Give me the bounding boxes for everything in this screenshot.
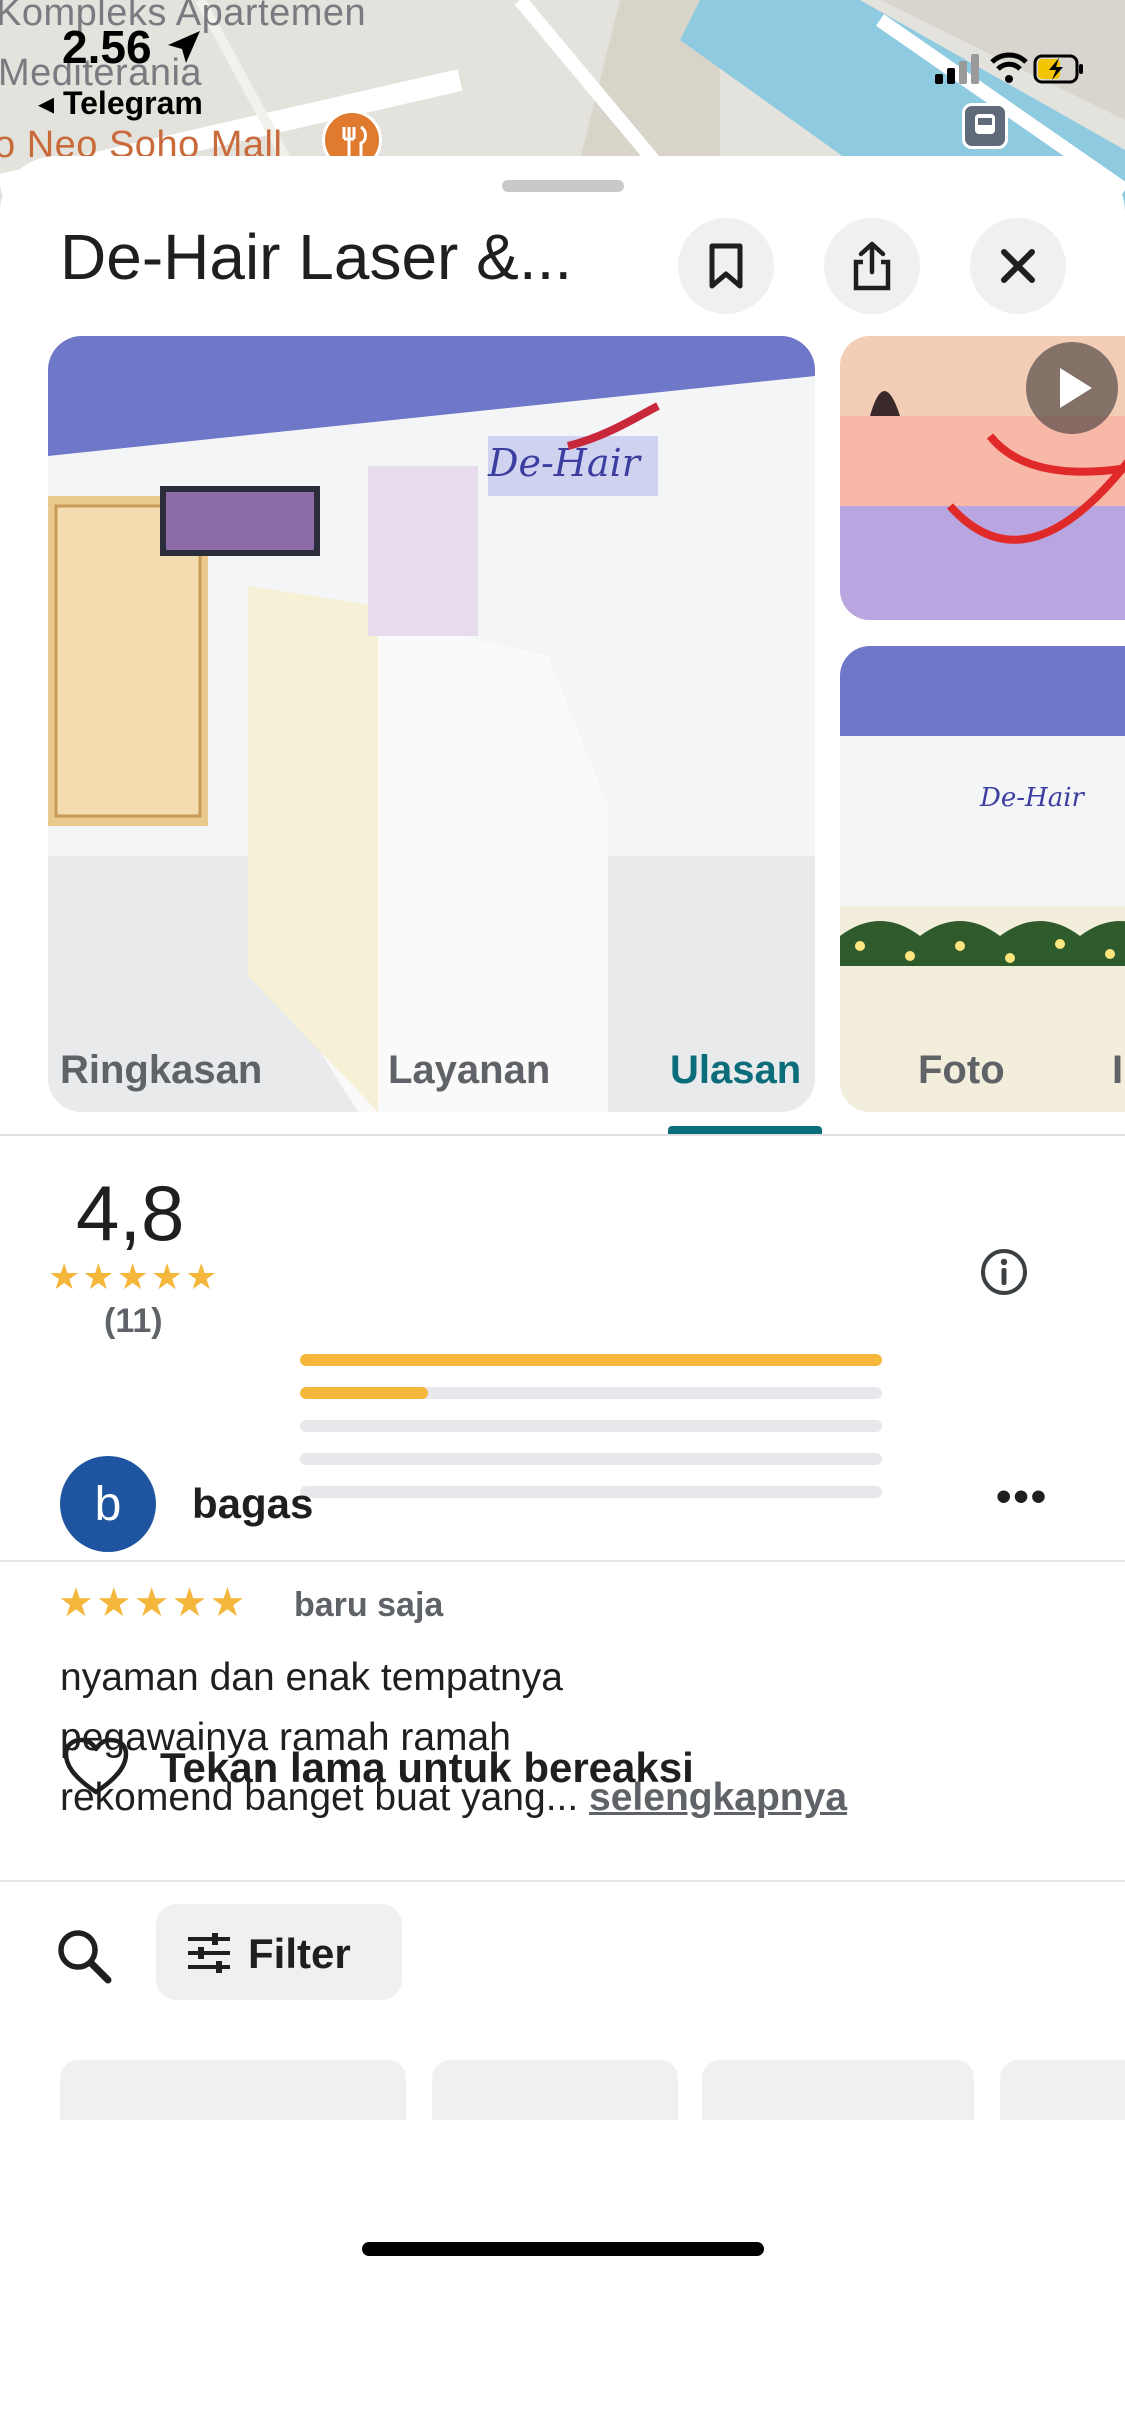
rating-bar-1 [300,1486,882,1498]
share-icon [853,241,891,291]
rating-count: (11) [104,1302,163,1340]
topic-chip[interactable] [702,2060,974,2120]
section-divider [0,1880,1125,1882]
signal-wifi-battery-icon [935,52,1083,84]
tab-ulasan[interactable]: Ulasan [670,1048,801,1093]
home-indicator[interactable] [362,2242,764,2256]
section-divider [0,1560,1125,1562]
review-more-options-button[interactable]: ••• [996,1472,1048,1522]
review-stars: ★★★★★ [58,1581,248,1625]
svg-text:De-Hair: De-Hair [979,783,1086,813]
react-hint[interactable]: Tekan lama untuk bereaksi [160,1744,694,1792]
rating-stars: ★★★★★ [48,1256,220,1297]
photo-video-skin[interactable] [840,336,1125,620]
back-to-app-link[interactable]: ◂ Telegram [38,84,203,122]
review-time: baru saja [294,1586,444,1624]
status-icons [935,48,1085,93]
filter-label: Filter [248,1930,351,1977]
topic-chip[interactable] [60,2060,406,2120]
rating-bar-3 [300,1420,882,1432]
save-button[interactable] [678,218,774,314]
status-time: 2.56 [62,20,204,74]
close-icon [1001,249,1035,283]
photo-video-graphic [840,336,1125,620]
avatar[interactable]: b [60,1456,156,1552]
sheet-drag-handle[interactable] [502,180,624,192]
share-button[interactable] [824,218,920,314]
tab-more-overflow[interactable]: I [1112,1048,1123,1093]
tab-ringkasan[interactable]: Ringkasan [60,1048,262,1093]
photo-reception-graphic: De-Hair [48,336,815,1112]
rating-score: 4,8 [76,1169,185,1257]
rating-bar-2 [300,1453,882,1465]
tab-bar: Ringkasan Layanan Ulasan Foto I [0,1010,1125,1136]
bookmark-icon [709,243,743,289]
filter-sliders-icon [188,1933,230,1973]
rating-bar-fill [300,1387,429,1399]
rating-bar-5 [300,1354,882,1366]
bus-stop-icon[interactable] [962,103,1008,149]
info-icon[interactable] [978,1246,1030,1303]
photo-reception-main[interactable]: De-Hair [48,336,815,1112]
tab-foto[interactable]: Foto [918,1048,1005,1093]
topic-chip[interactable] [432,2060,678,2120]
place-bottom-sheet: De-Hair Laser &... De-Hair De-Hair Ringk… [0,156,1125,2436]
filter-button[interactable]: Filter [156,1904,402,2000]
search-icon[interactable] [54,1926,114,1991]
place-title: De-Hair Laser &... [60,221,573,293]
reviewer-name[interactable]: bagas [192,1480,313,1528]
active-tab-indicator [668,1126,822,1134]
review-text-line: nyaman dan enak tempatnya [60,1656,564,1699]
rating-bar-fill [300,1354,882,1366]
svg-text:De-Hair: De-Hair [487,441,643,485]
location-arrow-icon [168,31,201,63]
topic-chip[interactable] [1000,2060,1125,2120]
time-text: 2.56 [62,21,152,73]
close-button[interactable] [970,218,1066,314]
rating-bar-4 [300,1387,882,1399]
tab-layanan[interactable]: Layanan [388,1048,550,1093]
heart-icon[interactable] [62,1736,130,1803]
